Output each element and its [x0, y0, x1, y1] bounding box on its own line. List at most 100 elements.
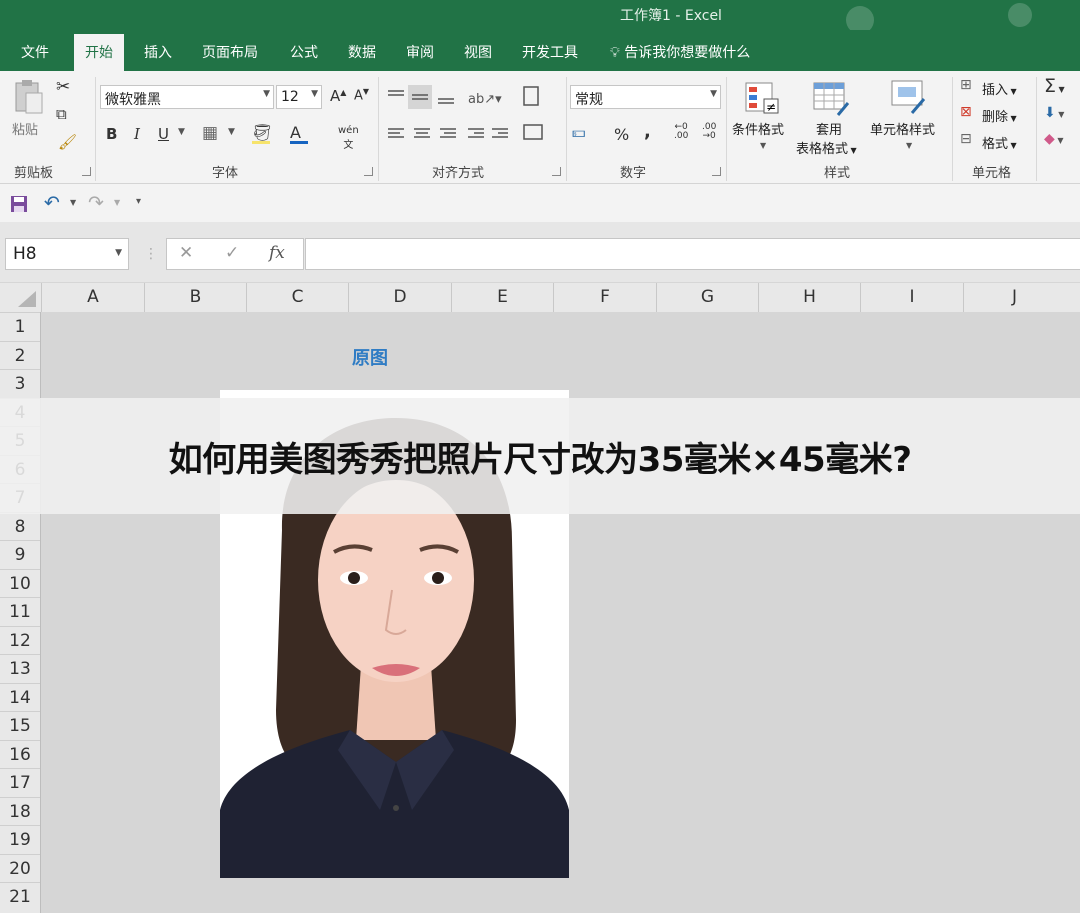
row-header[interactable]: 2	[0, 340, 40, 370]
increase-decimal-button[interactable]: ←0.00	[674, 123, 688, 141]
enter-icon[interactable]: ✓	[225, 243, 239, 263]
tab-developer[interactable]: 开发工具	[522, 42, 578, 62]
number-launcher-icon[interactable]	[712, 167, 721, 176]
formula-input[interactable]	[305, 238, 1080, 270]
insert-cells-button[interactable]: 插入 ▼	[982, 79, 1017, 98]
bold-button[interactable]: B	[106, 125, 117, 143]
underline-button[interactable]: U	[158, 125, 169, 143]
format-as-table-label2[interactable]: 表格格式 ▼	[796, 138, 857, 157]
row-header[interactable]: 8	[0, 511, 40, 541]
row-header[interactable]: 13	[0, 654, 40, 683]
row-header[interactable]: 12	[0, 625, 40, 655]
row-header[interactable]: 17	[0, 768, 40, 797]
tab-formulas[interactable]: 公式	[290, 42, 318, 62]
customize-qat-icon[interactable]: ▾	[136, 196, 141, 207]
format-painter-icon[interactable]: 🖌︎	[58, 133, 77, 151]
insert-function-icon[interactable]: fx	[269, 243, 285, 263]
grow-font-button[interactable]: A▲	[330, 87, 346, 105]
divider	[566, 77, 567, 181]
delete-cells-icon[interactable]: ⊠	[960, 104, 972, 120]
select-all-icon[interactable]	[14, 289, 38, 309]
tab-home[interactable]: 开始	[74, 34, 124, 71]
cancel-icon[interactable]: ✕	[179, 243, 193, 263]
column-header-b[interactable]: B	[144, 283, 246, 312]
alignment-launcher-icon[interactable]	[552, 167, 561, 176]
currency-format-icon[interactable]: 💵︎	[572, 123, 586, 141]
shrink-font-button[interactable]: A▼	[354, 87, 369, 103]
divider	[726, 77, 727, 181]
formula-buttons: ✕ ✓ fx	[166, 238, 304, 270]
cell-styles-icon[interactable]	[890, 79, 928, 115]
chevron-down-icon[interactable]: ▼	[228, 127, 235, 137]
row-header[interactable]: 11	[0, 597, 40, 626]
tell-me-search[interactable]: 💡︎ 告诉我你想要做什么	[610, 42, 750, 62]
alignment-icons[interactable]: ab↗▾	[384, 85, 549, 155]
paste-button[interactable]	[12, 79, 46, 115]
row-header[interactable]: 1	[0, 312, 40, 341]
autosum-button[interactable]: Σ ▼	[1044, 75, 1065, 97]
column-header-d[interactable]: D	[348, 283, 451, 312]
phonetic-button[interactable]: wén 文	[338, 125, 359, 151]
format-as-table-icon[interactable]	[812, 81, 850, 117]
row-header[interactable]: 10	[0, 568, 40, 598]
font-launcher-icon[interactable]	[364, 167, 373, 176]
format-cells-icon[interactable]: ⊟	[960, 131, 972, 147]
copy-icon[interactable]: ⧉	[56, 105, 67, 123]
row-header[interactable]: 18	[0, 796, 40, 826]
column-header-g[interactable]: G	[656, 283, 758, 312]
quick-access-toolbar: ↶ ▼ ↷ ▼ ▾	[0, 184, 1080, 222]
column-header-e[interactable]: E	[451, 283, 553, 312]
tab-data[interactable]: 数据	[348, 42, 376, 62]
save-icon[interactable]	[10, 195, 28, 213]
row-header[interactable]: 21	[0, 882, 40, 911]
more-options-icon: ⋮	[144, 246, 158, 262]
format-as-table-label1[interactable]: 套用	[816, 119, 842, 138]
column-header-f[interactable]: F	[553, 283, 656, 312]
name-box[interactable]: H8 ▼	[5, 238, 129, 270]
percent-button[interactable]: %	[614, 125, 629, 144]
italic-button[interactable]: I	[134, 125, 140, 143]
tab-review[interactable]: 审阅	[406, 42, 434, 62]
conditional-formatting-icon[interactable]: ≠	[744, 81, 782, 117]
column-header-j[interactable]: J	[963, 283, 1065, 312]
tab-insert[interactable]: 插入	[144, 42, 172, 62]
tab-file[interactable]: 文件	[21, 42, 49, 62]
insert-cells-icon[interactable]: ⊞	[960, 77, 972, 93]
format-cells-button[interactable]: 格式 ▼	[982, 133, 1017, 152]
row-header[interactable]: 19	[0, 825, 40, 854]
decrease-decimal-button[interactable]: .00 →0	[702, 123, 716, 141]
column-header-c[interactable]: C	[246, 283, 348, 312]
row-header[interactable]: 3	[0, 369, 40, 398]
conditional-formatting-label[interactable]: 条件格式	[732, 119, 784, 138]
font-color-button[interactable]: A	[290, 123, 301, 142]
chevron-down-icon[interactable]: ▼	[70, 198, 76, 207]
borders-icon[interactable]: ▦	[202, 123, 218, 143]
column-header-a[interactable]: A	[41, 283, 144, 312]
clear-eraser-icon[interactable]: ◆ ▼	[1044, 131, 1063, 147]
row-header[interactable]: 14	[0, 682, 40, 712]
fill-color-swatch	[252, 141, 270, 144]
redo-icon[interactable]: ↷	[88, 192, 104, 214]
tab-view[interactable]: 视图	[464, 42, 492, 62]
row-header[interactable]: 20	[0, 853, 40, 883]
undo-icon[interactable]: ↶	[44, 192, 60, 214]
cell-styles-label[interactable]: 单元格样式	[870, 119, 935, 138]
chevron-down-icon[interactable]: ▼	[178, 127, 185, 137]
fill-down-icon[interactable]: ⬇︎ ▼	[1044, 105, 1064, 121]
chevron-down-icon: ▼	[760, 141, 767, 150]
cut-icon[interactable]: ✂	[56, 77, 70, 97]
comma-button[interactable]: ,	[644, 121, 651, 142]
row-header[interactable]: 15	[0, 711, 40, 740]
fill-color-icon[interactable]: 🪣︎	[252, 123, 272, 142]
tab-page-layout[interactable]: 页面布局	[202, 42, 258, 62]
chevron-down-icon[interactable]: ▼	[114, 198, 120, 207]
column-header-i[interactable]: I	[860, 283, 963, 312]
font-name-select[interactable]: 微软雅黑 ▼	[100, 85, 274, 109]
column-header-h[interactable]: H	[758, 283, 860, 312]
row-header[interactable]: 9	[0, 540, 40, 569]
font-size-select[interactable]: 12 ▼	[276, 85, 322, 109]
clipboard-launcher-icon[interactable]	[82, 167, 91, 176]
delete-cells-button[interactable]: 删除 ▼	[982, 106, 1017, 125]
row-header[interactable]: 16	[0, 739, 40, 769]
number-format-select[interactable]: 常规 ▼	[570, 85, 721, 109]
